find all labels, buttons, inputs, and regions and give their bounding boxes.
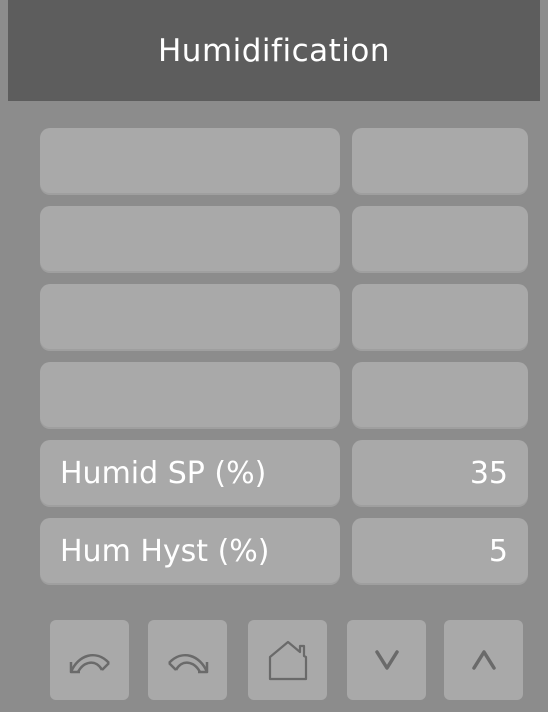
back-icon xyxy=(69,653,110,674)
parameter-value[interactable] xyxy=(352,362,528,429)
back-button[interactable] xyxy=(50,620,129,700)
parameter-row-hum-hyst: Hum Hyst (%) 5 xyxy=(40,518,528,585)
parameter-value[interactable] xyxy=(352,206,528,273)
page-title: Humidification xyxy=(157,32,390,69)
home-button[interactable] xyxy=(248,620,327,700)
parameter-row-4 xyxy=(40,362,528,429)
hum-hyst-label[interactable]: Hum Hyst (%) xyxy=(40,518,340,585)
navigation-bar xyxy=(0,620,548,700)
parameter-row-2 xyxy=(40,206,528,273)
forward-button[interactable] xyxy=(148,620,227,700)
frame-right xyxy=(540,0,548,712)
home-icon xyxy=(268,640,307,681)
hum-hyst-value[interactable]: 5 xyxy=(352,518,528,585)
header-bar: Humidification xyxy=(8,0,540,101)
forward-icon xyxy=(167,653,208,674)
humid-sp-value[interactable]: 35 xyxy=(352,440,528,507)
parameter-value[interactable] xyxy=(352,128,528,195)
frame-left xyxy=(0,0,8,712)
parameter-row-3 xyxy=(40,284,528,351)
humid-sp-label[interactable]: Humid SP (%) xyxy=(40,440,340,507)
parameter-row-1 xyxy=(40,128,528,195)
down-button[interactable] xyxy=(347,620,426,700)
chevron-down-icon xyxy=(374,650,399,670)
parameter-label[interactable] xyxy=(40,284,340,351)
chevron-up-icon xyxy=(471,650,496,670)
parameter-label[interactable] xyxy=(40,362,340,429)
parameter-row-humid-sp: Humid SP (%) 35 xyxy=(40,440,528,507)
parameter-label[interactable] xyxy=(40,206,340,273)
up-button[interactable] xyxy=(444,620,523,700)
parameter-value[interactable] xyxy=(352,284,528,351)
parameter-label[interactable] xyxy=(40,128,340,195)
